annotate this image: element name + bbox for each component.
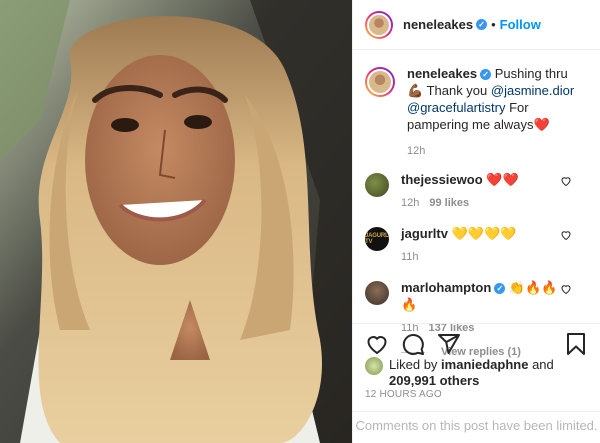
comment-item: JAGURL TV jagurltv 💛💛💛💛 11h (365, 225, 588, 263)
comments-list: neneleakes ✓ Pushing thru💪🏾 Thank you @ja… (353, 50, 600, 358)
small-heart-icon[interactable] (560, 283, 572, 295)
verified-badge-icon: ✓ (494, 283, 506, 295)
share-icon[interactable] (437, 332, 461, 356)
user-avatar-icon[interactable] (365, 173, 389, 197)
post-timestamp[interactable]: 12 HOURS AGO (365, 389, 442, 400)
brand-logo-avatar-icon[interactable]: JAGURL TV (365, 227, 389, 251)
post-photo[interactable] (0, 0, 352, 443)
author-avatar[interactable] (365, 10, 393, 39)
comment-username[interactable]: marlohampton (401, 280, 491, 295)
comment-icon[interactable] (401, 332, 425, 356)
caption: neneleakes ✓ Pushing thru💪🏾 Thank you @ja… (365, 65, 588, 157)
liked-by-user[interactable]: imaniedaphne (441, 357, 528, 372)
verified-badge-icon: ✓ (476, 19, 488, 30)
author-username[interactable]: neneleakes (403, 17, 473, 32)
caption-time[interactable]: 12h (407, 145, 577, 157)
caption-avatar[interactable] (365, 67, 395, 97)
post-side-panel: neneleakes ✓ • Follow neneleakes ✓ Pushin… (352, 0, 600, 443)
comment-time[interactable]: 12h (401, 197, 419, 209)
liked-by-and: and (528, 357, 554, 372)
follow-button[interactable]: Follow (500, 17, 541, 32)
small-heart-icon[interactable] (560, 175, 572, 187)
separator-dot: • (491, 17, 496, 32)
liked-by-prefix: Liked by (389, 357, 442, 372)
comment-likes[interactable]: 99 likes (429, 197, 469, 209)
portrait-photo (0, 0, 352, 443)
comment-text: ❤️❤️ (486, 172, 519, 187)
caption-text: neneleakes ✓ Pushing thru💪🏾 Thank you @ja… (407, 65, 577, 133)
likes-text: Liked by imaniedaphne and 209,991 others (389, 357, 554, 389)
caption-username[interactable]: neneleakes (407, 66, 477, 81)
bookmark-icon[interactable] (564, 332, 588, 356)
comments-limited-notice: Comments on this post have been limited. (353, 411, 600, 443)
user-avatar-icon[interactable] (365, 281, 389, 305)
small-heart-icon[interactable] (560, 229, 572, 241)
likes-summary: Liked by imaniedaphne and 209,991 others (365, 357, 588, 389)
mention-link[interactable]: @jasmine.dior (491, 83, 574, 98)
comment-text: 💛💛💛💛 (451, 226, 517, 241)
liker-avatar[interactable] (365, 357, 383, 375)
mention-link[interactable]: @gracefulartistry (407, 100, 505, 115)
verified-badge-icon: ✓ (480, 69, 492, 81)
comment-time[interactable]: 11h (401, 251, 419, 263)
post-header: neneleakes ✓ • Follow (353, 0, 600, 50)
comment-item: thejessiewoo ❤️❤️ 12h 99 likes (365, 171, 588, 209)
liked-count[interactable]: 209,991 others (389, 373, 479, 388)
comment-username[interactable]: jagurltv (401, 226, 448, 241)
heart-icon[interactable] (365, 332, 389, 356)
comment-username[interactable]: thejessiewoo (401, 172, 483, 187)
